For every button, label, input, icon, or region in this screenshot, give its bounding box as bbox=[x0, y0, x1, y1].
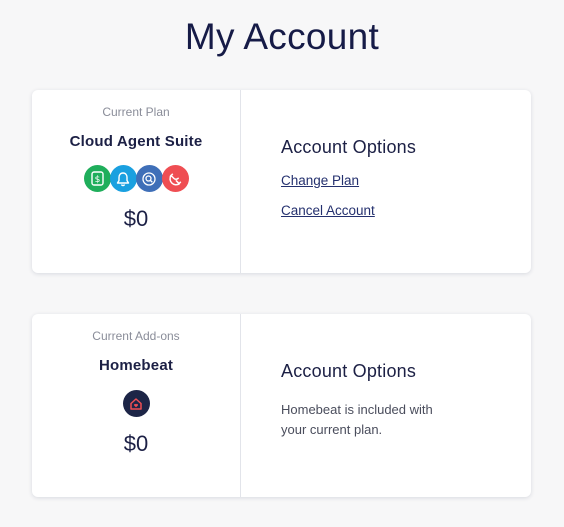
addon-summary: Current Add-ons Homebeat $0 bbox=[32, 314, 241, 497]
magnet-icon bbox=[161, 165, 189, 192]
addon-info-text: Homebeat is included with your current p… bbox=[281, 402, 433, 437]
plan-account-options: Account Options Change Plan Cancel Accou… bbox=[241, 90, 531, 273]
account-options-title: Account Options bbox=[281, 361, 417, 381]
search-icon bbox=[135, 165, 163, 192]
plan-name: Cloud Agent Suite bbox=[69, 133, 203, 150]
plan-feature-icons: $ bbox=[32, 165, 240, 192]
addon-name: Homebeat bbox=[98, 357, 174, 374]
plan-caption: Current Plan bbox=[102, 105, 170, 119]
homebeat-house-icon bbox=[122, 390, 150, 417]
change-plan-link[interactable]: Change Plan bbox=[281, 173, 359, 188]
current-plan-card: Current Plan Cloud Agent Suite $ $0 Acco… bbox=[32, 90, 531, 273]
plan-price: $0 bbox=[123, 206, 149, 231]
addon-account-options: Account Options Homebeat is included wit… bbox=[241, 314, 531, 497]
bell-icon bbox=[109, 165, 137, 192]
page-title: My Account bbox=[184, 16, 380, 57]
addon-price: $0 bbox=[123, 431, 149, 456]
account-options-title: Account Options bbox=[281, 137, 417, 157]
svg-text:$: $ bbox=[94, 175, 100, 185]
addon-icons bbox=[32, 390, 240, 417]
addon-caption: Current Add-ons bbox=[92, 329, 180, 343]
current-addons-card: Current Add-ons Homebeat $0 Account Opti… bbox=[32, 314, 531, 497]
cancel-account-link[interactable]: Cancel Account bbox=[281, 203, 375, 218]
plan-summary: Current Plan Cloud Agent Suite $ $0 bbox=[32, 90, 241, 273]
dollar-sign-icon: $ bbox=[83, 165, 111, 192]
